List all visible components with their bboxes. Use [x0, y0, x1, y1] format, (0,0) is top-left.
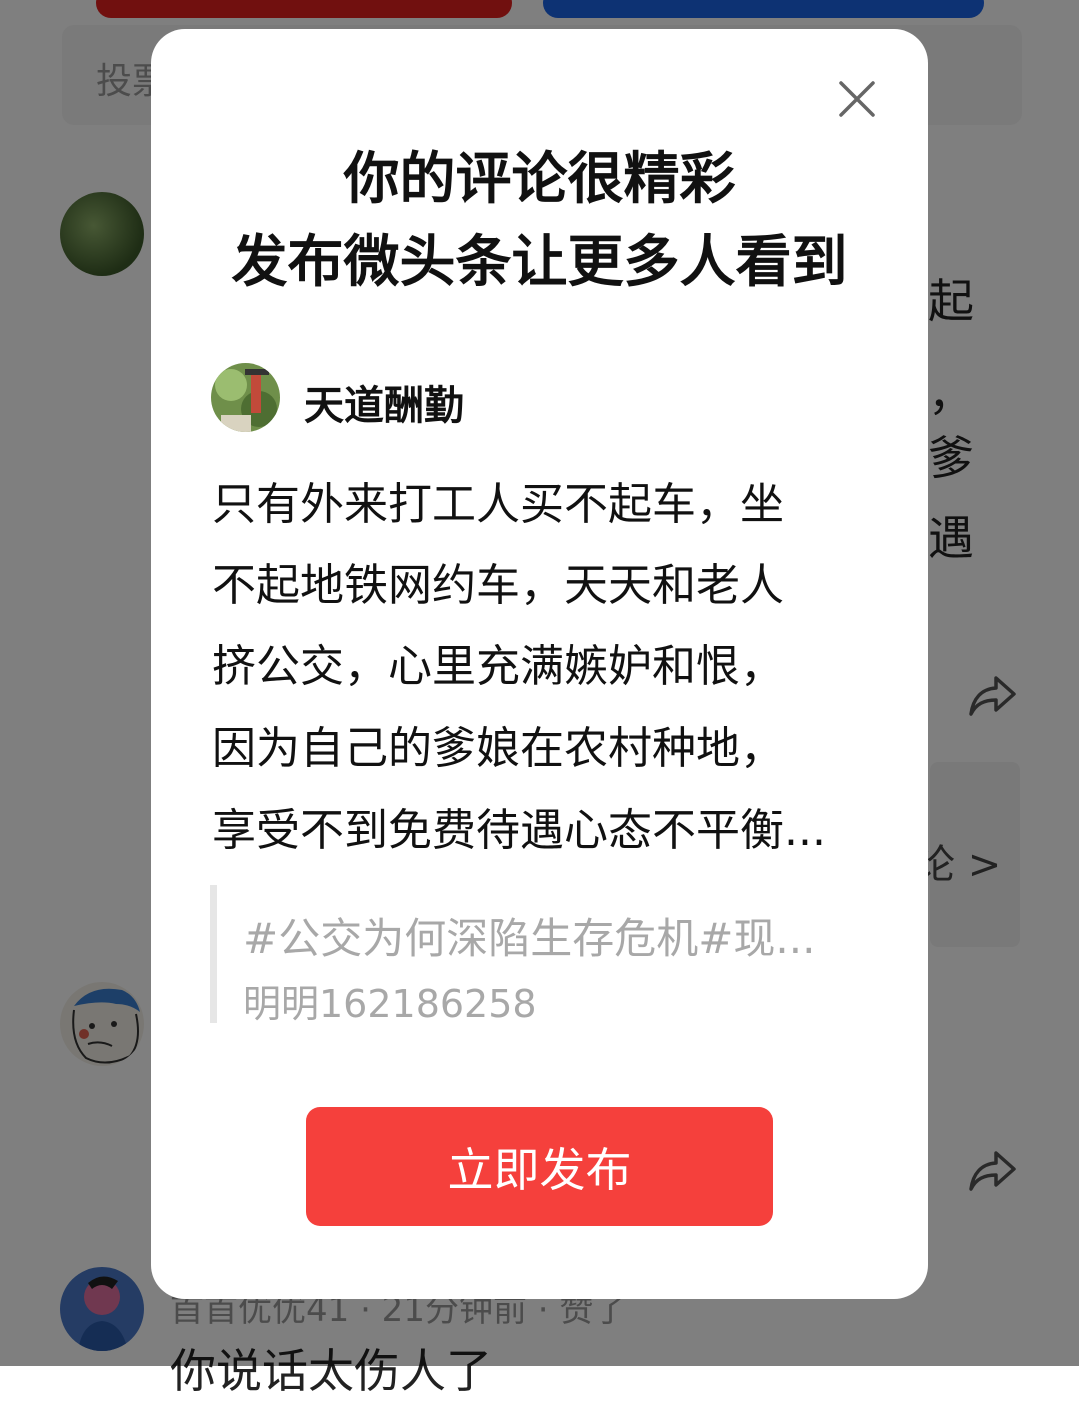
- modal-title: 你的评论很精彩: [343, 147, 736, 212]
- author-name: 天道酬勤: [304, 383, 464, 429]
- quote-topic: #公交为何深陷生存危机#现...: [243, 914, 816, 963]
- avatar: [211, 363, 280, 432]
- close-icon[interactable]: [835, 77, 879, 121]
- comment-text-line: 不起地铁网约车，天天和老人: [212, 560, 784, 611]
- quote-user: 明明162186258: [243, 982, 537, 1026]
- comment-text-line: 享受不到免费待遇心态不平衡...: [212, 805, 826, 856]
- quote-divider: [210, 885, 217, 1023]
- author-photo-icon: [211, 363, 280, 432]
- comment-text-line: 只有外来打工人买不起车，坐: [212, 479, 784, 530]
- publish-button[interactable]: 立即发布: [306, 1107, 773, 1226]
- modal-subtitle: 发布微头条让更多人看到: [231, 230, 848, 295]
- comment-text-line: 因为自己的爹娘在农村种地，: [212, 723, 784, 774]
- publish-modal: 你的评论很精彩 发布微头条让更多人看到 天道酬勤 只有外来打工人买不起车，坐 不…: [151, 29, 928, 1299]
- comment-text-line: 挤公交，心里充满嫉妒和恨，: [212, 641, 784, 692]
